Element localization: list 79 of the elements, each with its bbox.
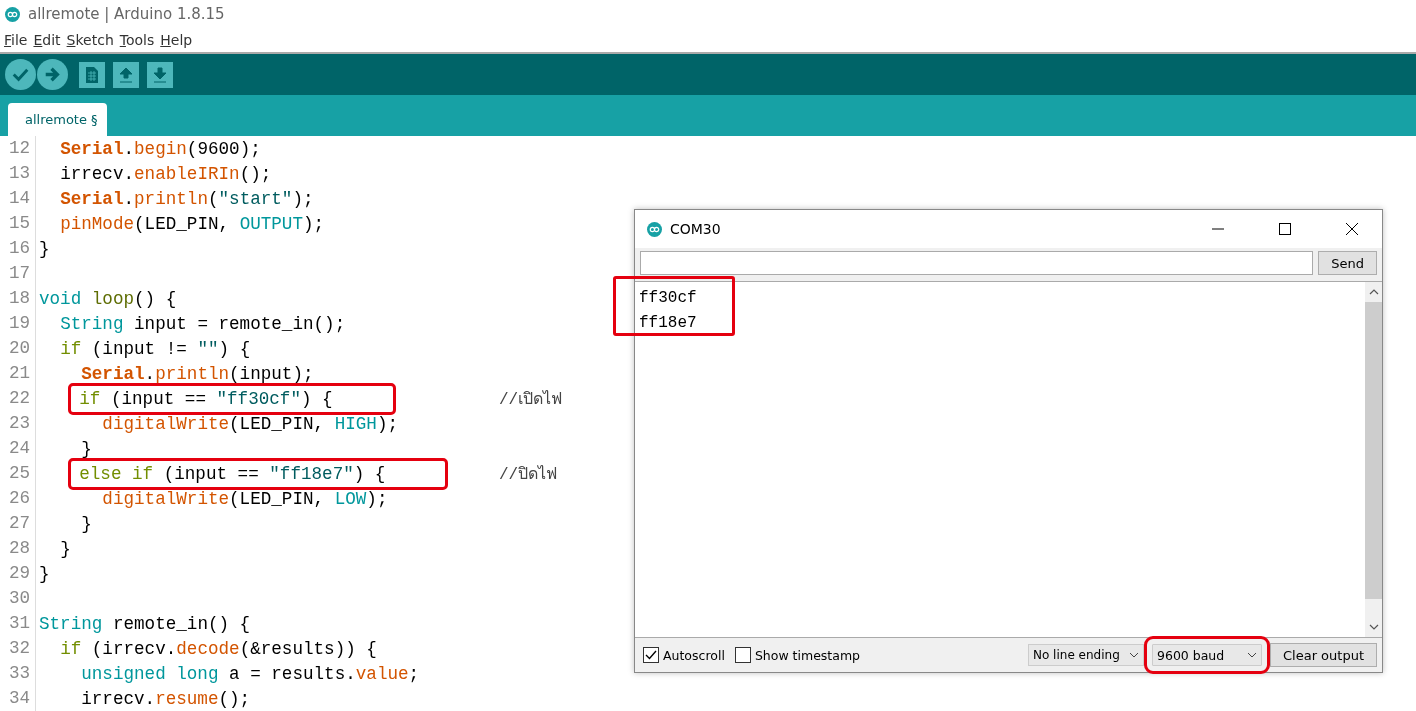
app-icon: [647, 221, 662, 237]
code-line: pinMode(LED_PIN, OUTPUT);: [60, 213, 325, 234]
code-comment: //เปิดไฟ: [499, 389, 563, 411]
code-line: Serial.println("start");: [60, 188, 314, 209]
window-title: COM30: [670, 221, 721, 237]
sketch-tab[interactable]: allremote §: [8, 103, 107, 136]
line-number: 20: [0, 336, 36, 361]
input-field[interactable]: [640, 251, 1314, 275]
line-number: 32: [0, 636, 36, 661]
line-number: 30: [0, 586, 36, 611]
chevron-icon: [1129, 650, 1139, 660]
code-line: void loop() {: [39, 288, 177, 309]
code-line: if (input != "") {: [60, 338, 251, 359]
code-line: irrecv.enableIRIn();: [60, 163, 272, 184]
line-number: 21: [0, 361, 36, 386]
line-number: 24: [0, 436, 36, 461]
line-number: 13: [0, 161, 36, 186]
code-line: Serial.println(input);: [81, 363, 314, 384]
line-number: 31: [0, 611, 36, 636]
checkbox[interactable]: [734, 647, 751, 663]
scroll-down-icon[interactable]: [1368, 622, 1379, 632]
line-number: 22: [0, 386, 36, 411]
code-line: }: [81, 438, 92, 459]
line-number: 19: [0, 311, 36, 336]
code-line: }: [39, 238, 50, 259]
verify-button[interactable]: [5, 59, 36, 90]
line-number: 25: [0, 461, 36, 486]
code-line: digitalWrite(LED_PIN, LOW);: [102, 488, 388, 509]
new-button[interactable]: [79, 61, 105, 88]
close-icon[interactable]: [1345, 222, 1359, 236]
menu-item[interactable]: Help: [160, 32, 193, 48]
code-line: if (irrecv.decode(&results)) {: [60, 638, 377, 659]
code-line: }: [60, 538, 71, 559]
line-number: 34: [0, 686, 36, 711]
code-line: }: [39, 563, 50, 584]
line-number: 26: [0, 486, 36, 511]
line-number: 23: [0, 411, 36, 436]
menu-item[interactable]: Tools: [119, 32, 155, 48]
code-line: irrecv.resume();: [81, 688, 251, 709]
maximize-icon[interactable]: [1278, 222, 1292, 236]
highlighted-code-line: else if (input == "ff18e7") {: [71, 460, 446, 487]
line-number: 17: [0, 261, 36, 286]
scroll-thumb[interactable]: [1365, 302, 1382, 599]
window-title: allremote | Arduino 1.8.15: [28, 5, 225, 23]
line-number: 18: [0, 286, 36, 311]
line-number: 29: [0, 561, 36, 586]
code-line: Serial.begin(9600);: [60, 138, 261, 159]
output-line: ff18e7: [639, 313, 698, 334]
checkbox[interactable]: [643, 647, 659, 663]
output-line: ff30cf: [639, 288, 698, 309]
line-number: 15: [0, 211, 36, 236]
app-icon: [5, 6, 20, 22]
scroll-up-icon[interactable]: [1368, 287, 1379, 297]
dropdown[interactable]: No line ending: [1028, 644, 1144, 666]
code-line: String input = remote_in();: [60, 313, 346, 334]
scrollbar[interactable]: [1365, 282, 1382, 637]
line-number: 12: [0, 136, 36, 161]
menu-item[interactable]: Edit: [33, 32, 61, 48]
checkbox-label[interactable]: Show timestamp: [754, 647, 860, 663]
menu-item[interactable]: File: [4, 32, 28, 48]
open-button[interactable]: [113, 61, 139, 88]
code-comment: //ปิดไฟ: [499, 464, 558, 486]
line-number: 33: [0, 661, 36, 686]
line-number: 28: [0, 536, 36, 561]
menu-item[interactable]: Sketch: [66, 32, 114, 48]
highlighted-code-line: if (input == "ff30cf") {: [71, 385, 393, 412]
chevron-icon: [1247, 650, 1257, 660]
save-button[interactable]: [147, 61, 173, 88]
send-button[interactable]: Send: [1318, 251, 1377, 275]
line-number: 16: [0, 236, 36, 261]
code-line: String remote_in() {: [39, 613, 251, 634]
upload-button[interactable]: [37, 59, 68, 90]
code-line: unsigned long a = results.value;: [81, 663, 420, 684]
line-number: 14: [0, 186, 36, 211]
checkbox-label[interactable]: Autoscroll: [663, 647, 725, 663]
line-number: 27: [0, 511, 36, 536]
clear-output-button[interactable]: Clear output: [1270, 643, 1377, 667]
code-line: digitalWrite(LED_PIN, HIGH);: [102, 413, 398, 434]
code-line: }: [81, 513, 92, 534]
